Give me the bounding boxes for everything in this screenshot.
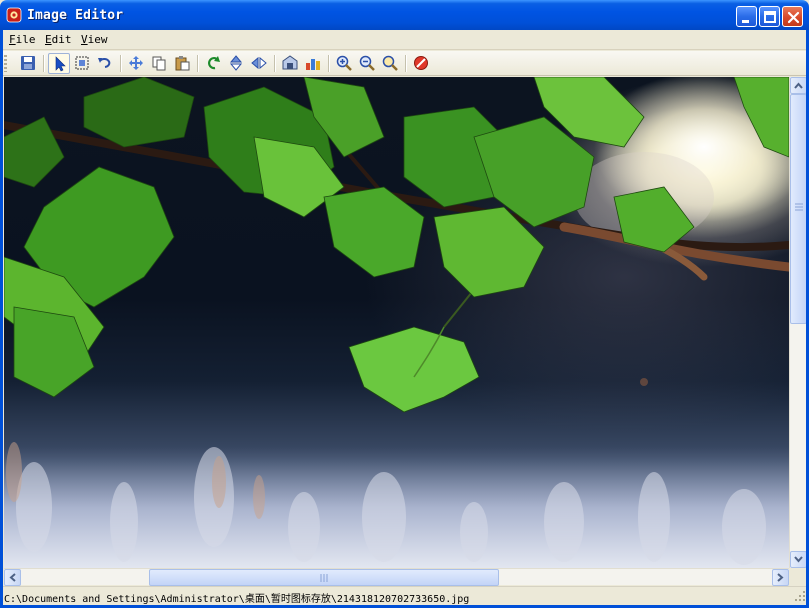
zoom-out-icon — [359, 55, 375, 71]
window-frame-left — [0, 30, 3, 608]
menu-view-accel: V — [81, 33, 88, 46]
menu-view-label: iew — [87, 33, 108, 46]
title-bar[interactable]: Image Editor — [0, 0, 809, 30]
undo-icon — [98, 58, 111, 68]
minimize-icon — [742, 20, 749, 23]
save-icon — [21, 56, 35, 70]
toolbar-separator — [43, 55, 45, 72]
menu-edit[interactable]: Edit — [45, 33, 72, 46]
app-icon — [6, 7, 22, 23]
toolbar-separator — [197, 55, 199, 72]
flip-horizontal-button[interactable] — [248, 53, 270, 74]
scroll-down-button[interactable] — [790, 551, 807, 568]
vertical-scroll-thumb[interactable] — [790, 94, 807, 324]
close-icon — [787, 11, 800, 24]
chevron-left-icon — [9, 573, 16, 582]
copy-icon — [152, 56, 166, 71]
paste-button[interactable] — [171, 53, 193, 74]
horizontal-scrollbar[interactable] — [4, 568, 789, 586]
scroll-up-button[interactable] — [790, 77, 807, 94]
open-button[interactable] — [279, 53, 301, 74]
zoom-fit-button[interactable] — [379, 53, 401, 74]
close-button[interactable] — [782, 6, 803, 27]
menu-edit-accel: E — [45, 33, 52, 46]
scroll-left-button[interactable] — [4, 569, 21, 586]
scrollbar-corner — [789, 568, 806, 585]
toolbar-separator — [328, 55, 330, 72]
toolbar-separator — [274, 55, 276, 72]
minimize-button[interactable] — [736, 6, 757, 27]
rotate-button[interactable] — [202, 53, 224, 74]
adjust-icon — [306, 59, 320, 70]
toolbar-separator — [120, 55, 122, 72]
move-button[interactable] — [125, 53, 147, 74]
flip-vertical-icon — [229, 55, 243, 71]
scroll-right-button[interactable] — [772, 569, 789, 586]
maximize-icon — [764, 11, 776, 23]
chevron-up-icon — [794, 82, 803, 89]
vertical-scrollbar[interactable] — [789, 77, 807, 568]
pointer-tool-button[interactable] — [48, 53, 70, 74]
stop-icon — [414, 56, 428, 70]
zoom-in-button[interactable] — [333, 53, 355, 74]
adjust-button[interactable] — [302, 53, 324, 74]
menu-file-accel: F — [9, 33, 16, 46]
select-rect-button[interactable] — [71, 53, 93, 74]
menu-file-label: ile — [15, 33, 36, 46]
chevron-right-icon — [777, 573, 784, 582]
paste-icon — [175, 56, 190, 71]
copy-button[interactable] — [148, 53, 170, 74]
photo-leaves — [4, 77, 789, 568]
flip-vertical-button[interactable] — [225, 53, 247, 74]
open-icon — [282, 55, 298, 70]
pointer-icon — [55, 56, 66, 72]
stop-button[interactable] — [410, 53, 432, 74]
window-title: Image Editor — [27, 8, 124, 23]
save-button[interactable] — [17, 53, 39, 74]
toolbar — [0, 51, 809, 76]
menu-bar: File Edit View — [0, 30, 809, 50]
menu-view[interactable]: View — [81, 33, 108, 46]
image-canvas[interactable] — [4, 77, 789, 568]
rotate-icon — [207, 56, 220, 70]
chevron-down-icon — [794, 556, 803, 563]
file-path-status: C:\Documents and Settings\Administrator\… — [4, 594, 470, 605]
zoom-out-button[interactable] — [356, 53, 378, 74]
menu-file[interactable]: File — [9, 33, 36, 46]
grip-icon — [795, 203, 803, 211]
status-bar: C:\Documents and Settings\Administrator\… — [0, 586, 809, 605]
undo-button[interactable] — [94, 53, 116, 74]
image-editor-window: Image Editor File Edit View C:\Documents… — [0, 0, 809, 608]
zoom-fit-icon — [382, 55, 398, 71]
select-rect-icon — [75, 56, 89, 70]
move-icon — [129, 56, 143, 70]
grip-icon — [320, 574, 328, 582]
toolbar-separator — [405, 55, 407, 72]
maximize-button[interactable] — [759, 6, 780, 27]
zoom-in-icon — [336, 55, 352, 71]
resize-grip-icon[interactable] — [794, 590, 806, 602]
toolbar-grip[interactable] — [4, 55, 7, 72]
flip-horizontal-icon — [251, 56, 267, 70]
horizontal-scroll-thumb[interactable] — [149, 569, 499, 586]
menu-edit-label: dit — [51, 33, 72, 46]
